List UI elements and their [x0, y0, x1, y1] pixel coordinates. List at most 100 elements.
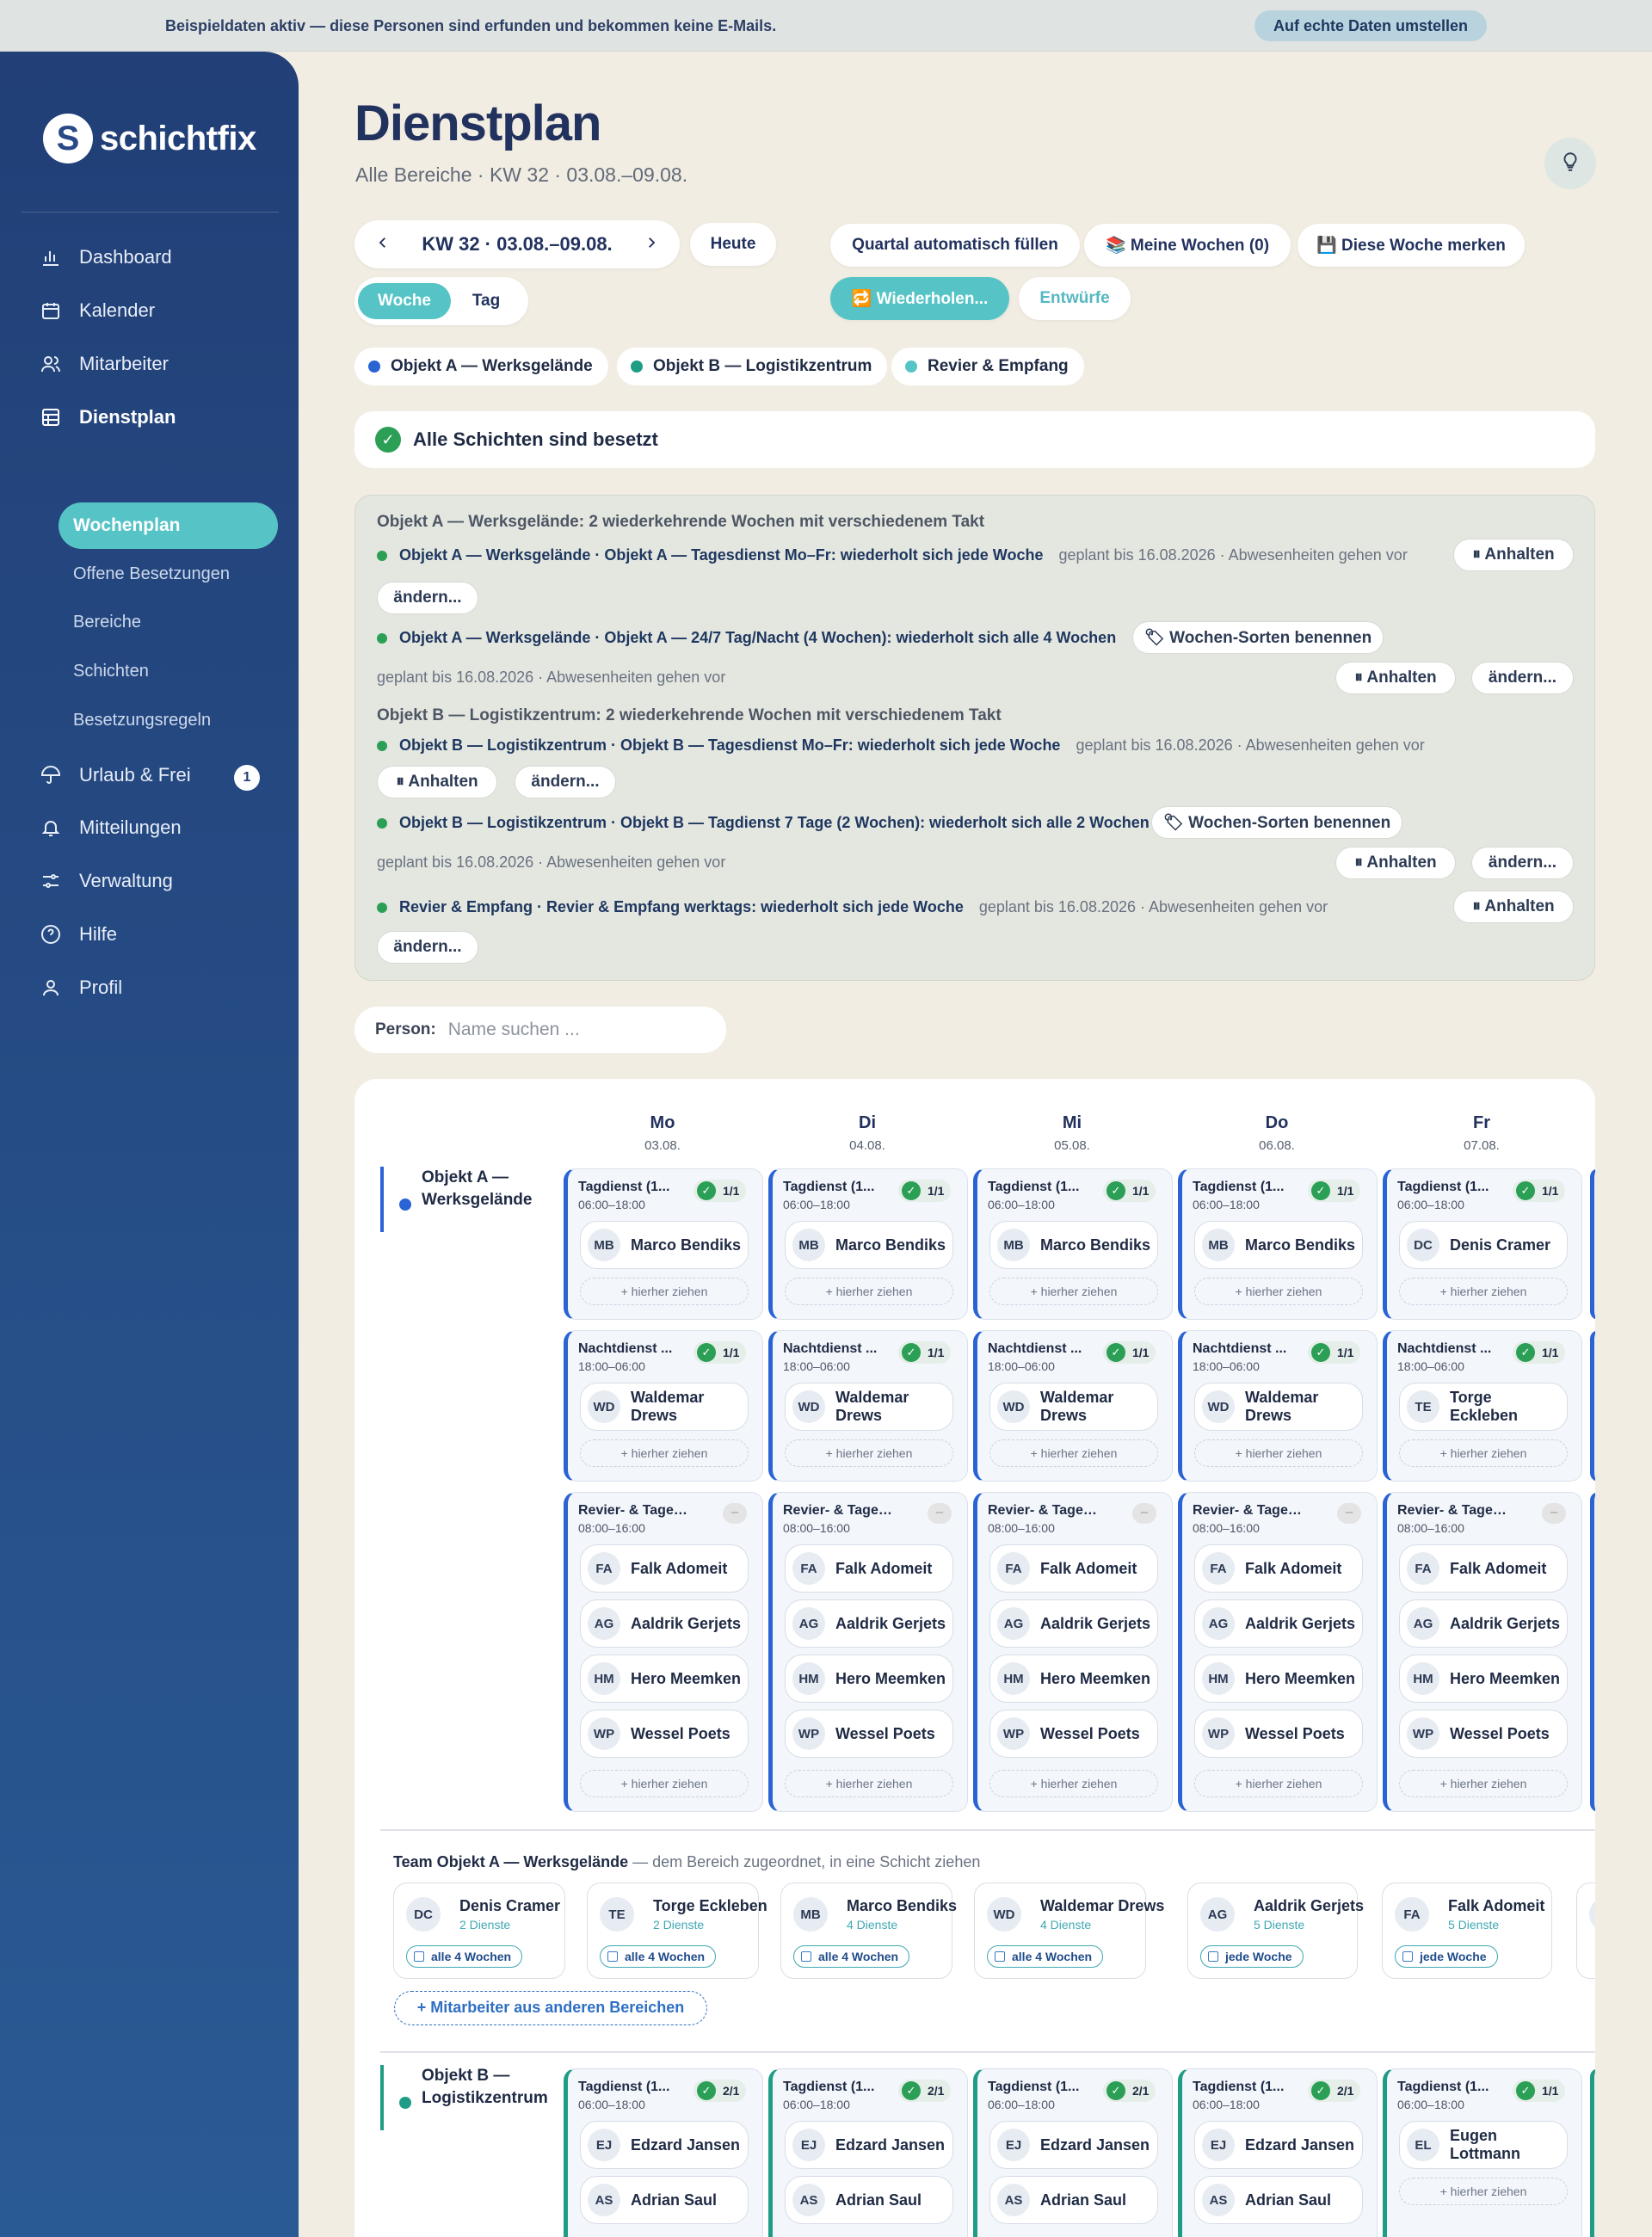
shift-card[interactable]: Revier- & Tagesd... 08:00–16:00 – FA Falk Ad… — [1178, 1492, 1378, 1812]
assigned-person[interactable]: HM Hero Meemken — [580, 1655, 749, 1703]
tips-button[interactable] — [1544, 138, 1596, 189]
team-member-card[interactable]: WD Waldemar Drews 4 Dienste alle 4 Wochen — [974, 1883, 1164, 1979]
shift-card[interactable]: Revier- & Tagesd... 08:00–16:00 – FA Falk Ad… — [1383, 1492, 1582, 1812]
sidebar-item-mitteilungen[interactable]: Mitteilungen — [38, 810, 182, 845]
assigned-person[interactable]: MB Marco Bendiks — [989, 1221, 1158, 1269]
shift-card[interactable]: Nachtdienst ... 18:00–06:00 ✓ 1/1 WD Waldemar… — [768, 1330, 968, 1482]
switch-real-data-button[interactable]: Auf echte Daten umstellen — [1254, 10, 1487, 41]
sidebar-item-hilfe[interactable]: Hilfe — [38, 917, 117, 952]
assigned-person[interactable]: MB Marco Bendiks — [785, 1221, 953, 1269]
drop-zone[interactable]: + hierher ziehen — [580, 1278, 749, 1305]
assigned-person[interactable]: MB Marco Bendiks — [1194, 1221, 1363, 1269]
shift-card[interactable]: Tagdienst (1... 06:00–18:00 ✓ 1/1 MB Marco Be… — [1178, 1168, 1378, 1320]
assigned-person[interactable]: AS Adrian Saul — [989, 2176, 1158, 2224]
assigned-person[interactable]: WD Waldemar Drews — [580, 1383, 749, 1431]
logo[interactable]: S schichtfix — [43, 114, 256, 163]
assigned-person[interactable]: AG Aaldrik Gerjets — [1194, 1599, 1363, 1648]
assigned-person[interactable]: AG Aaldrik Gerjets — [1399, 1599, 1568, 1648]
assigned-person[interactable]: HM Hero Meemken — [989, 1655, 1158, 1703]
drop-zone[interactable]: + hierher ziehen — [1194, 1439, 1363, 1467]
shift-card[interactable]: Revier- & Tagesd... 08:00–16:00 – FA Falk Ad… — [768, 1492, 968, 1812]
assigned-person[interactable]: AG Aaldrik Gerjets — [580, 1599, 749, 1648]
assigned-person[interactable]: AG Aaldrik Gerjets — [989, 1599, 1158, 1648]
assigned-person[interactable]: FA Falk Adomeit — [785, 1544, 953, 1593]
shift-card[interactable]: Nachtdienst ... 18:00–06:00 ✓ 1/1 WD Waldemar… — [564, 1330, 763, 1482]
assigned-person[interactable]: AS Adrian Saul — [785, 2176, 953, 2224]
assigned-person[interactable]: WP Wessel Poets — [1399, 1710, 1568, 1758]
drop-zone[interactable]: + hierher ziehen — [1399, 1439, 1568, 1467]
assigned-person[interactable]: EJ Edzard Jansen — [1194, 2121, 1363, 2169]
person-search-input[interactable] — [447, 1020, 706, 1040]
chevron-right-icon[interactable] — [644, 233, 659, 256]
shift-card[interactable]: Tagdienst (1... 06:00–18:00 ✓ 1/1 EL Eugen Lo… — [1383, 2068, 1582, 2237]
shift-card[interactable]: Nachtdienst ... 18:00–06:00 ✓ 1/1 WD Waldemar… — [1178, 1330, 1378, 1482]
pause-button[interactable]: ⏸ Anhalten — [1335, 662, 1456, 694]
change-button[interactable]: ändern... — [515, 766, 616, 798]
sidebar-item-mitarbeiter[interactable]: Mitarbeiter — [38, 347, 169, 381]
assigned-person[interactable]: EJ Edzard Jansen — [580, 2121, 749, 2169]
assigned-person[interactable]: EJ Edzard Jansen — [785, 2121, 953, 2169]
team-member-card[interactable]: AG Aaldrik Gerjets 5 Dienste jede Woche — [1187, 1883, 1364, 1979]
drop-zone[interactable]: + hierher ziehen — [1194, 1770, 1363, 1797]
assigned-person[interactable]: AS Adrian Saul — [580, 2176, 749, 2224]
assigned-person[interactable]: MB Marco Bendiks — [580, 1221, 749, 1269]
pause-button[interactable]: ⏸ Anhalten — [1453, 539, 1574, 571]
drop-zone[interactable]: + hierher ziehen — [989, 1439, 1158, 1467]
pause-button[interactable]: ⏸ Anhalten — [1453, 890, 1574, 923]
assigned-person[interactable]: WD Waldemar Drews — [1194, 1383, 1363, 1431]
assigned-person[interactable]: WP Wessel Poets — [989, 1710, 1158, 1758]
pause-button[interactable]: ⏸ Anhalten — [1335, 847, 1456, 879]
assigned-person[interactable]: HM Hero Meemken — [1399, 1655, 1568, 1703]
today-button[interactable]: Heute — [690, 223, 776, 266]
name-week-sorts-button[interactable]: 🏷 Wochen-Sorten benennen — [1132, 621, 1384, 654]
my-weeks-button[interactable]: 📚 Meine Wochen (0) — [1084, 224, 1291, 267]
change-button[interactable]: ändern... — [377, 931, 478, 964]
team-member-card[interactable]: TE Torge Eckleben 2 Dienste alle 4 Wochen — [587, 1883, 767, 1979]
drop-zone[interactable]: + hierher ziehen — [1399, 1770, 1568, 1797]
assigned-person[interactable]: HM Hero Meemken — [1194, 1655, 1363, 1703]
assigned-person[interactable]: EJ Edzard Jansen — [989, 2121, 1158, 2169]
pause-button[interactable]: ⏸ Anhalten — [377, 766, 497, 798]
assigned-person[interactable]: DC Denis Cramer — [1399, 1221, 1568, 1269]
repeat-button[interactable]: 🔁 Wiederholen... — [830, 277, 1009, 320]
sidebar-item-urlaub[interactable]: Urlaub & Frei — [38, 758, 191, 792]
sidebar-item-dienstplan[interactable]: Dienstplan — [38, 400, 176, 434]
assigned-person[interactable]: AS Adrian Saul — [1194, 2176, 1363, 2224]
shift-card[interactable]: Tagdienst (1... 06:00–18:00 ✓ 2/1 EJ Edzard J… — [768, 2068, 968, 2237]
drop-zone[interactable]: + hierher ziehen — [989, 1770, 1158, 1797]
shift-card[interactable]: Nachtdienst ... 18:00–06:00 ✓ 1/1 TE Torge Ec… — [1383, 1330, 1582, 1482]
drop-zone[interactable]: + hierher ziehen — [580, 1439, 749, 1467]
shift-card[interactable]: Nachtdienst ... 18:00–06:00 ✓ 1/1 WD Waldemar… — [973, 1330, 1173, 1482]
drop-zone[interactable]: + hierher ziehen — [1399, 2178, 1568, 2205]
drop-zone[interactable]: + hierher ziehen — [580, 1770, 749, 1797]
team-member-card[interactable]: DC Denis Cramer 2 Dienste alle 4 Wochen — [393, 1883, 565, 1979]
drop-zone[interactable]: + hierher ziehen — [785, 1439, 953, 1467]
shift-card[interactable]: Tagdienst (1... 06:00–18:00 ✓ 1/1 MB Marco Be… — [973, 1168, 1173, 1320]
sidebar-subitem-besetzungsregeln[interactable]: Besetzungsregeln — [73, 711, 211, 730]
sidebar-item-profil[interactable]: Profil — [38, 971, 122, 1005]
shift-card[interactable]: Tagdienst (1... 06:00–18:00 ✓ 2/1 EJ Edzard J… — [564, 2068, 763, 2237]
remember-week-button[interactable]: 💾 Diese Woche merken — [1298, 224, 1525, 267]
assigned-person[interactable]: FA Falk Adomeit — [580, 1544, 749, 1593]
chevron-left-icon[interactable] — [375, 233, 391, 256]
team-member-card[interactable]: H — [1576, 1883, 1595, 1979]
fill-quarter-button[interactable]: Quartal automatisch füllen — [830, 224, 1080, 267]
assigned-person[interactable]: FA Falk Adomeit — [989, 1544, 1158, 1593]
drop-zone[interactable]: + hierher ziehen — [785, 1770, 953, 1797]
sidebar-item-verwaltung[interactable]: Verwaltung — [38, 864, 173, 898]
change-button[interactable]: ändern... — [377, 582, 478, 614]
add-other-area-staff-button[interactable]: + Mitarbeiter aus anderen Bereichen — [394, 1991, 707, 2025]
area-chip-objekt-b[interactable]: Objekt B — Logistikzentrum — [617, 348, 888, 385]
team-member-card[interactable]: MB Marco Bendiks 4 Dienste alle 4 Wochen — [780, 1883, 957, 1979]
name-week-sorts-button[interactable]: 🏷 Wochen-Sorten benennen — [1151, 806, 1402, 839]
shift-card[interactable]: Tagdienst (1... 06:00–18:00 ✓ 1/1 DC Denis Cr… — [1383, 1168, 1582, 1320]
assigned-person[interactable]: HM Hero Meemken — [785, 1655, 953, 1703]
assigned-person[interactable]: AG Aaldrik Gerjets — [785, 1599, 953, 1648]
sidebar-subitem-schichten[interactable]: Schichten — [73, 662, 149, 681]
change-button[interactable]: ändern... — [1471, 662, 1574, 694]
assigned-person[interactable]: FA Falk Adomeit — [1194, 1544, 1363, 1593]
drop-zone[interactable]: + hierher ziehen — [785, 1278, 953, 1305]
sidebar-subitem-bereiche[interactable]: Bereiche — [73, 613, 141, 632]
assigned-person[interactable]: WP Wessel Poets — [580, 1710, 749, 1758]
shift-card[interactable]: Tagdienst (1... 06:00–18:00 ✓ 1/1 MB Marco Be… — [768, 1168, 968, 1320]
